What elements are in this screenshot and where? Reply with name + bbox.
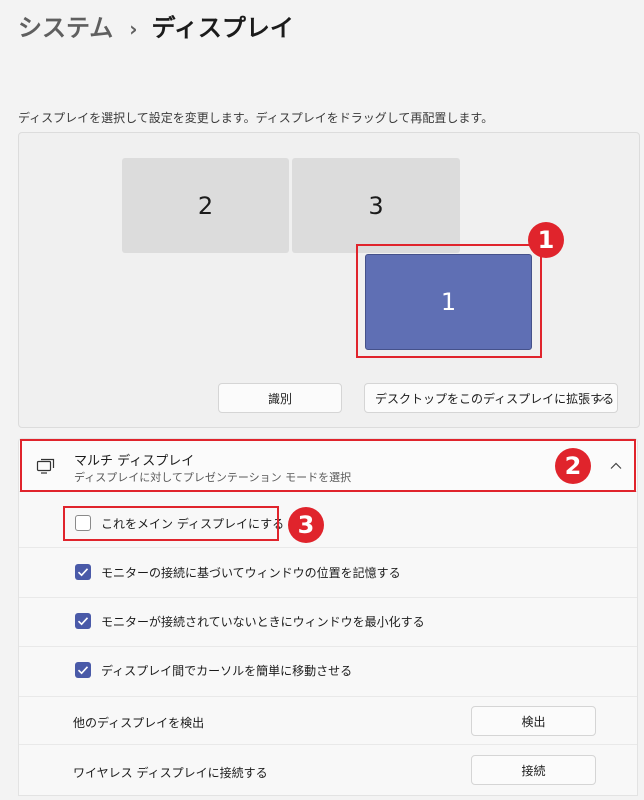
detect-button[interactable]: 検出	[471, 706, 596, 736]
monitor-3[interactable]: 3	[292, 158, 460, 253]
row-divider	[19, 547, 637, 548]
checkmark-icon	[77, 666, 89, 675]
row-divider	[19, 646, 637, 647]
chevron-down-icon	[595, 396, 605, 402]
arrangement-description: ディスプレイを選択して設定を変更します。ディスプレイをドラッグして再配置します。	[18, 111, 494, 125]
breadcrumb-parent[interactable]: システム	[18, 14, 113, 42]
identify-button[interactable]: 識別	[218, 383, 342, 413]
wireless-display-label: ワイヤレス ディスプレイに接続する	[73, 766, 268, 780]
detect-displays-label: 他のディスプレイを検出	[73, 716, 205, 730]
checkmark-icon	[77, 617, 89, 626]
extend-display-label: デスクトップをこのディスプレイに拡張する	[375, 391, 615, 406]
breadcrumb: システム › ディスプレイ	[18, 8, 294, 43]
remember-windows-label: モニターの接続に基づいてウィンドウの位置を記憶する	[101, 566, 401, 580]
row-divider	[19, 696, 637, 697]
cursor-move-checkbox[interactable]	[75, 662, 91, 678]
annotation-highlight-1	[356, 244, 542, 358]
annotation-highlight-2	[20, 439, 636, 492]
annotation-highlight-3	[63, 506, 279, 541]
extend-display-dropdown[interactable]: デスクトップをこのディスプレイに拡張する	[364, 383, 618, 413]
display-arrangement-area: 2 3 1 識別 デスクトップをこのディスプレイに拡張する	[18, 132, 640, 428]
annotation-badge-3: 3	[288, 507, 324, 543]
annotation-badge-1: 1	[528, 222, 564, 258]
page-title: ディスプレイ	[151, 14, 294, 42]
breadcrumb-separator-icon: ›	[129, 17, 138, 41]
connect-button[interactable]: 接続	[471, 755, 596, 785]
remember-windows-checkbox[interactable]	[75, 564, 91, 580]
monitor-2[interactable]: 2	[122, 158, 289, 253]
minimize-windows-label: モニターが接続されていないときにウィンドウを最小化する	[101, 615, 425, 629]
row-divider	[19, 597, 637, 598]
row-divider	[19, 744, 637, 745]
annotation-badge-2: 2	[555, 448, 591, 484]
checkmark-icon	[77, 568, 89, 577]
cursor-move-label: ディスプレイ間でカーソルを簡単に移動させる	[101, 664, 353, 678]
minimize-windows-checkbox[interactable]	[75, 613, 91, 629]
